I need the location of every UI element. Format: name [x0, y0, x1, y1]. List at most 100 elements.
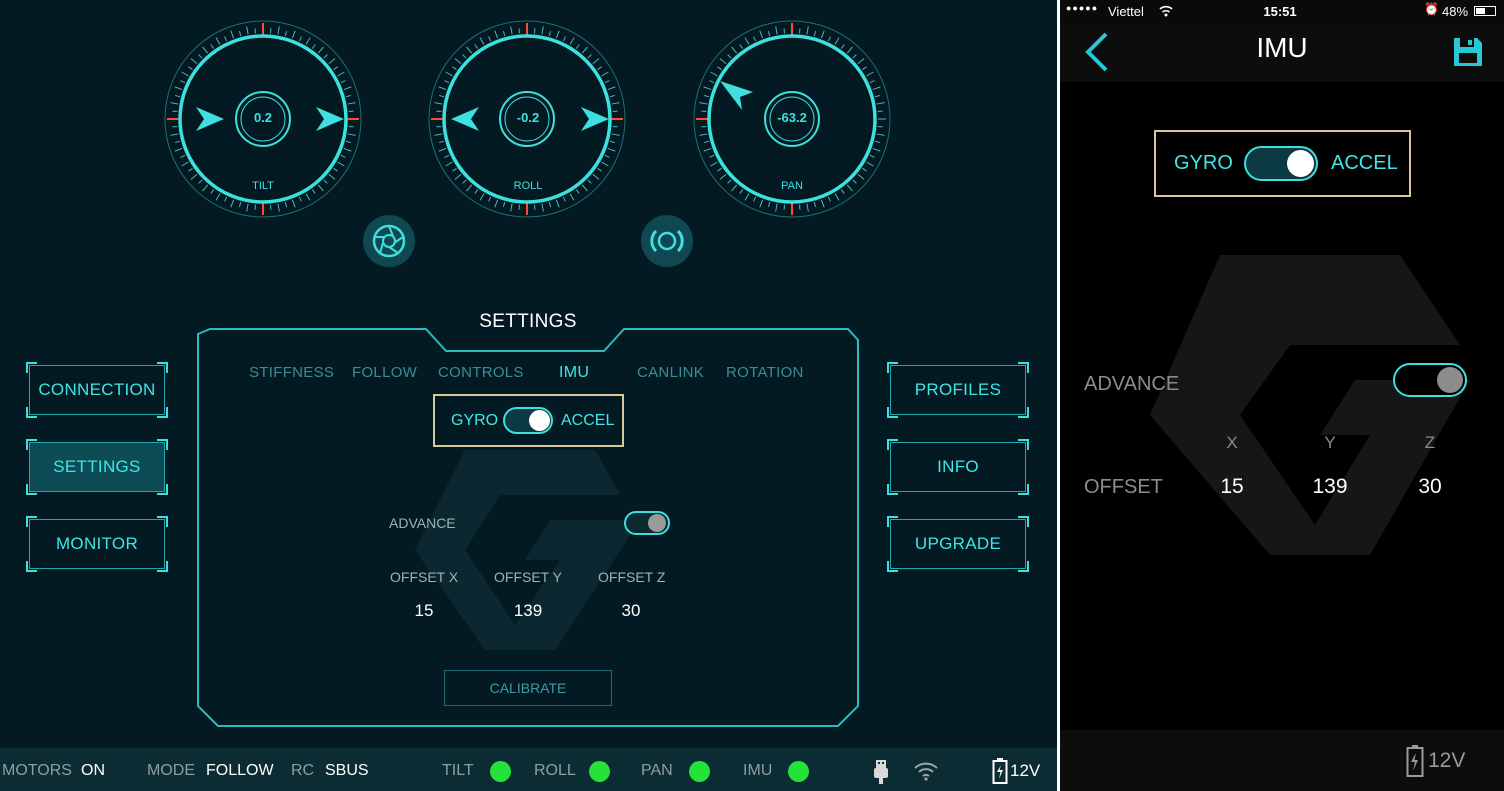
pan-dial-tick [866, 161, 874, 167]
pan-dial-tick [710, 161, 718, 167]
save-icon[interactable] [1452, 36, 1484, 68]
pan-dial-tick [876, 102, 885, 105]
pan-dial-tick [759, 199, 764, 208]
nav-info-button[interactable]: INFO [887, 439, 1029, 495]
pan-dial-tick [731, 46, 738, 54]
offset-z-label: OFFSET Z [598, 569, 666, 585]
roll-dial-tick [462, 179, 467, 184]
roll-dial-tick [438, 140, 445, 144]
imu-status-dot [788, 761, 809, 782]
tilt-dial-tick [210, 189, 215, 194]
back-chevron-icon[interactable] [1082, 30, 1110, 74]
pan-dial-tick [876, 133, 885, 136]
roll-dial-tick [445, 71, 453, 77]
tilt-dial-tick [170, 102, 179, 105]
offset-y-value: 139 [513, 601, 543, 620]
roll-dial-tick [454, 58, 462, 65]
nav-upgrade-label: UPGRADE [914, 534, 1002, 553]
battery-voltage: 12V [1010, 761, 1041, 780]
roll-dial-tick [502, 30, 506, 37]
nav-upgrade-button[interactable]: UPGRADE [887, 516, 1029, 572]
tilt-dial-tick [198, 179, 203, 184]
phone-offset-z-value: 30 [1418, 475, 1442, 498]
tilt-dial-tick [277, 26, 280, 35]
rc-signal-icon [650, 229, 684, 253]
roll-dial-tick [569, 37, 575, 45]
tilt-dial-tick [347, 102, 356, 105]
roll-dial-tick [462, 54, 467, 59]
gyro-accel-toggle[interactable] [503, 407, 553, 434]
tab-imu[interactable]: IMU [559, 364, 589, 382]
calibrate-button[interactable]: CALIBRATE [444, 670, 612, 706]
tilt-dial-tick [190, 173, 198, 180]
advance-toggle[interactable] [624, 511, 670, 535]
tilt-dial-tick [305, 193, 311, 201]
tilt-dial-tick [277, 203, 280, 212]
alarm-icon: ⏰ [1424, 2, 1439, 16]
roll-dial-tick [587, 54, 592, 59]
clock-time: 15:51 [1263, 4, 1297, 19]
nav-settings-button[interactable]: SETTINGS [26, 439, 168, 495]
tilt-dial-tick [298, 36, 302, 42]
nav-monitor-label: MONITOR [55, 534, 139, 553]
tab-follow[interactable]: FOLLOW [352, 364, 417, 381]
pan-dial-tick [857, 58, 865, 65]
pan-dial-tick [719, 58, 727, 65]
roll-dial-tick [597, 66, 602, 71]
pan-dial-tick [852, 179, 857, 184]
signal-dots: ●●●●● [1066, 3, 1099, 13]
tilt-dial-tick [190, 58, 198, 65]
motors-value: ON [81, 762, 105, 779]
roll-dial-tick [581, 46, 588, 54]
pan-dial-tick [869, 154, 875, 158]
tab-rotation[interactable]: ROTATION [726, 364, 804, 381]
pan-dial-tick [834, 37, 840, 45]
roll-dial-tick [592, 58, 600, 65]
pan-dial-tick [727, 54, 732, 59]
roll-dial-tick [474, 189, 479, 194]
roll-dial-tick [488, 36, 492, 42]
tilt-dial-tick [345, 94, 352, 98]
phone-advance-toggle[interactable] [1393, 363, 1467, 397]
roll-dial-tick [438, 147, 447, 152]
roll-dial-tick [438, 94, 445, 98]
tab-stiffness[interactable]: STIFFNESS [249, 364, 334, 381]
pan-status-dot [689, 761, 710, 782]
phone-battery-voltage: 12V [1428, 749, 1466, 772]
roll-dial-tick [604, 80, 610, 84]
pan-dial-tick [874, 94, 881, 98]
roll-dial-tick [562, 36, 566, 42]
roll-dial-tick [611, 102, 620, 105]
tilt-status-dot [490, 761, 511, 782]
tilt-dial-tick [215, 37, 221, 45]
gyro-label: GYRO [451, 412, 499, 429]
nav-connection-button[interactable]: CONNECTION [26, 362, 168, 418]
roll-dial-tick [555, 30, 560, 39]
tilt-dial-tick [328, 58, 336, 65]
tilt-dial-tick [215, 193, 221, 201]
pan-dial-tick [827, 196, 831, 202]
rc-button[interactable] [641, 215, 693, 267]
roll-dial-tick [502, 201, 506, 208]
pan-status-label: PAN [641, 762, 673, 779]
nav-monitor-button[interactable]: MONITOR [26, 516, 168, 572]
nav-profiles-button[interactable]: PROFILES [887, 362, 1029, 418]
advance-label: ADVANCE [389, 515, 456, 531]
pan-dial-tick [709, 80, 715, 84]
tab-controls[interactable]: CONTROLS [438, 364, 524, 381]
roll-dial-tick [479, 37, 485, 45]
tilt-dial-tick [174, 140, 181, 144]
tilt-dial-tick [181, 71, 189, 77]
pan-dial-tick [717, 66, 722, 71]
roll-dial-tick [597, 167, 602, 172]
imu-status-label: IMU [743, 762, 773, 779]
tilt-dial-tick [224, 36, 228, 42]
pan-dial-tick [699, 133, 708, 136]
tilt-dial-tick [170, 133, 179, 136]
aperture-button[interactable] [363, 215, 415, 267]
tab-canlink[interactable]: CANLINK [637, 364, 704, 381]
pan-dial-tick [767, 30, 771, 37]
pan-dial-tick [834, 193, 840, 201]
roll-dial-tick [454, 173, 462, 180]
phone-gyro-accel-toggle[interactable] [1244, 146, 1318, 181]
